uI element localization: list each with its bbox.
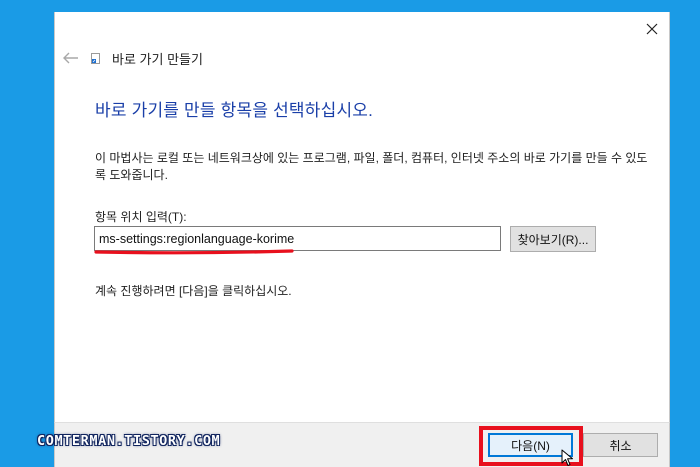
shortcut-icon [91,53,100,64]
back-arrow-icon [63,52,78,64]
browse-button[interactable]: 찾아보기(R)... [510,226,596,252]
wizard-description: 이 마법사는 로컬 또는 네트워크상에 있는 프로그램, 파일, 폴더, 컴퓨터… [95,151,648,182]
location-label: 항목 위치 입력(T): [95,210,187,224]
close-icon [646,23,658,35]
dialog-title: 바로 가기 만들기 [112,52,203,67]
cancel-button[interactable]: 취소 [583,433,658,457]
back-button[interactable] [60,49,82,67]
page-heading: 바로 가기를 만들 항목을 선택하십시오. [95,101,374,120]
continue-instruction: 계속 진행하려면 [다음]을 클릭하십시오. [95,284,292,298]
close-button[interactable] [638,16,666,42]
red-underline-annotation [94,249,294,255]
location-input[interactable] [94,226,501,251]
mouse-cursor-icon [561,449,573,466]
watermark: COMTERMAN.TISTORY.COM [37,433,221,449]
